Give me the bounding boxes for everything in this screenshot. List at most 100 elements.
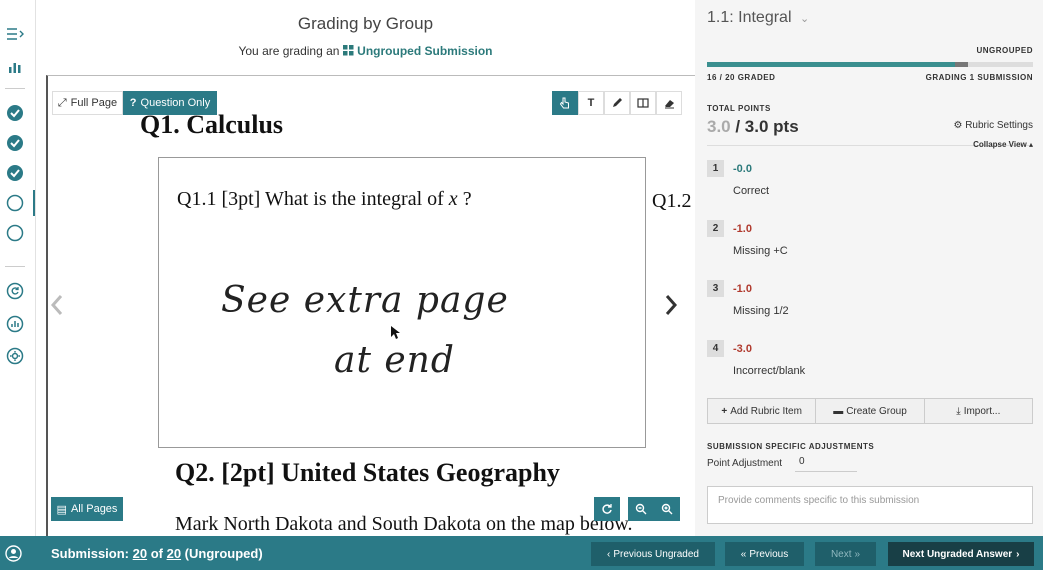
import-label: Import...	[963, 405, 1001, 417]
rubric-item-description: Missing 1/2	[733, 305, 789, 317]
rubric-item-number: 1	[707, 160, 724, 177]
total-points-label: TOTAL POINTS	[707, 104, 771, 113]
next-label: Next	[830, 548, 852, 560]
rubric-item[interactable]: 1 -0.0 Correct	[707, 160, 1033, 210]
submission-counter: Submission: 20 of 20 (Ungrouped)	[51, 546, 263, 561]
zoom-in-icon[interactable]	[654, 497, 680, 521]
question-icon: ?	[129, 97, 137, 109]
folder-icon: ▬	[833, 405, 844, 417]
next-ungraded-answer-button[interactable]: Next Ungraded Answer ›	[888, 542, 1034, 566]
eraser-tool-icon[interactable]	[656, 91, 682, 115]
rubric-item[interactable]: 3 -1.0 Missing 1/2	[707, 280, 1033, 330]
rubric-item[interactable]: 2 -1.0 Missing +C	[707, 220, 1033, 270]
rubric-item-points: -3.0	[733, 343, 752, 355]
score-current: 3.0	[707, 117, 731, 136]
file-icon: ▤	[56, 503, 67, 516]
full-page-label: Full Page	[70, 97, 118, 109]
submission-of: of	[147, 546, 167, 561]
rubric-item-points: -0.0	[733, 163, 752, 175]
plus-icon: +	[721, 405, 728, 417]
rubric-panel: 1.1: Integral ⌄ Ungrouped 16 / 20 GRADED…	[695, 0, 1043, 536]
handwriting-line2: at end	[334, 340, 455, 381]
collapse-view-link[interactable]: Collapse View ▴	[973, 140, 1033, 149]
add-rubric-item-label: Add Rubric Item	[730, 405, 802, 417]
graded-count: 16 / 20 GRADED	[707, 73, 776, 82]
analytics-icon[interactable]	[5, 314, 25, 334]
empty-circle-icon[interactable]	[5, 223, 25, 243]
rubric-actions: + Add Rubric Item ▬ Create Group ⤓ Impor…	[707, 398, 1033, 424]
zoom-out-icon[interactable]	[628, 497, 654, 521]
double-chevron-left-icon: «	[740, 548, 747, 560]
rubric-settings-link[interactable]: ⚙ Rubric Settings	[953, 120, 1033, 131]
check-circle-icon[interactable]	[5, 163, 25, 183]
previous-ungraded-label: Previous Ungraded	[613, 548, 699, 560]
add-rubric-item-button[interactable]: + Add Rubric Item	[708, 399, 817, 423]
rubric-item-description: Missing +C	[733, 245, 788, 257]
q2-heading: Q2. [2pt] United States Geography	[175, 458, 560, 487]
rubric-item-description: Incorrect/blank	[733, 365, 806, 377]
text-tool-icon[interactable]: T	[578, 91, 604, 115]
rubric-settings-label: Rubric Settings	[965, 120, 1033, 131]
previous-button[interactable]: « Previous	[725, 542, 804, 566]
point-adjustment-input[interactable]: 0	[795, 456, 857, 472]
create-group-label: Create Group	[846, 405, 907, 417]
progress-in-grading	[954, 62, 968, 67]
rubric-item-points: -1.0	[733, 223, 752, 235]
page-title: Grading by Group	[297, 14, 434, 33]
statistics-icon[interactable]	[5, 57, 25, 77]
pointer-tool-icon[interactable]	[552, 91, 578, 115]
submission-total[interactable]: 20	[167, 546, 181, 561]
settings-icon[interactable]	[5, 346, 25, 366]
create-group-button[interactable]: ▬ Create Group	[816, 399, 925, 423]
box-tool-icon[interactable]	[630, 91, 656, 115]
previous-ungraded-button[interactable]: ‹ Previous Ungraded	[591, 542, 715, 566]
gear-icon: ⚙	[953, 120, 963, 131]
group-link[interactable]: Ungrouped Submission	[342, 44, 493, 58]
check-circle-icon[interactable]	[5, 133, 25, 153]
q1-heading: Q1. Calculus	[140, 110, 284, 139]
active-indicator	[33, 190, 35, 216]
submission-suffix: (Ungrouped)	[181, 546, 263, 561]
empty-circle-icon[interactable]	[5, 193, 25, 213]
submission-current[interactable]: 20	[133, 546, 147, 561]
double-chevron-right-icon: »	[854, 548, 861, 560]
adjustments-label: SUBMISSION SPECIFIC ADJUSTMENTS	[707, 442, 875, 451]
rubric-item-number: 3	[707, 280, 724, 297]
all-pages-label: All Pages	[70, 503, 118, 515]
import-button[interactable]: ⤓ Import...	[925, 399, 1032, 423]
rotate-icon[interactable]	[594, 497, 620, 521]
handwritten-answer: See extra page at end	[221, 280, 509, 381]
expand-icon: ⤢	[57, 96, 67, 109]
prev-page-chevron-icon[interactable]	[50, 294, 64, 321]
handwriting-line1: See extra page	[221, 280, 509, 321]
user-circle-icon[interactable]	[5, 545, 22, 567]
q2-text: Mark North Dakota and South Dakota on th…	[175, 513, 633, 535]
rail-divider	[5, 88, 25, 89]
question-select-value: 1.1: Integral	[707, 9, 792, 26]
rubric-item[interactable]: 4 -3.0 Incorrect/blank	[707, 340, 1033, 390]
mouse-cursor-icon	[391, 326, 400, 339]
score-display: 3.0 / 3.0 pts	[707, 117, 799, 137]
check-circle-icon[interactable]	[5, 103, 25, 123]
score-total: / 3.0 pts	[730, 117, 799, 136]
comment-textarea[interactable]: Provide comments specific to this submis…	[707, 486, 1033, 524]
progress-fill	[707, 62, 955, 67]
next-page-chevron-icon[interactable]	[664, 294, 678, 321]
full-page-button[interactable]: ⤢ Full Page	[52, 91, 123, 115]
question-select[interactable]: 1.1: Integral ⌄	[707, 9, 809, 27]
pen-tool-icon[interactable]	[604, 91, 630, 115]
next-ungraded-label: Next Ungraded Answer	[902, 548, 1013, 560]
regrade-icon[interactable]	[5, 281, 25, 301]
chevron-left-icon: ‹	[607, 548, 611, 560]
menu-expand-icon[interactable]	[5, 24, 25, 44]
submission-prefix: Submission:	[51, 546, 133, 561]
grading-subtitle: You are grading an Ungrouped Submission	[36, 44, 695, 58]
question-region: Q1.1 [3pt] What is the integral of x ? S…	[158, 157, 646, 448]
chevron-right-icon: ›	[1016, 548, 1020, 560]
all-pages-button[interactable]: ▤ All Pages	[51, 497, 123, 521]
next-button[interactable]: Next »	[815, 542, 876, 566]
grading-progress-bar	[707, 62, 1033, 67]
subtitle-prefix: You are grading an	[238, 44, 340, 58]
bottom-bar: Submission: 20 of 20 (Ungrouped) ‹ Previ…	[0, 536, 1043, 570]
rail-divider	[5, 266, 25, 267]
